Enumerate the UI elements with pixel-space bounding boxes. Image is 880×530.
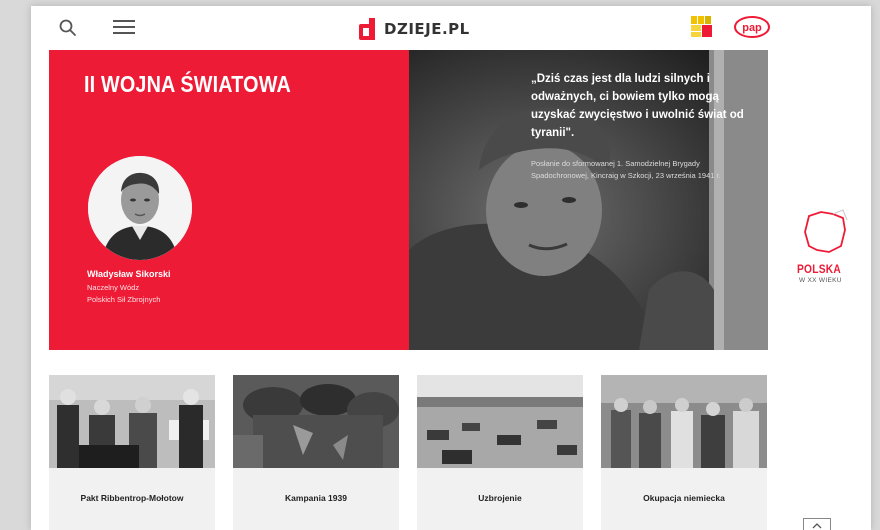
card-label: Kampania 1939 <box>285 493 347 503</box>
person-role: Naczelny Wódz <box>87 283 140 292</box>
card-label: Pakt Ribbentrop-Mołotow <box>80 493 184 503</box>
card-kampania[interactable]: Kampania 1939 <box>233 375 399 530</box>
person-role-line2: Polskich Sił Zbrojnych <box>87 295 161 304</box>
hero-red-panel[interactable]: II WOJNA ŚWIATOWA Władysław Sikorski Nac… <box>49 50 409 350</box>
card-okupacja[interactable]: Okupacja niemiecka <box>601 375 767 530</box>
page-frame: DZIEJE.PL pap II WOJNA ŚWIATOWA Władysła… <box>31 6 871 530</box>
chevron-up-icon <box>812 523 822 529</box>
poland-map-icon <box>804 209 848 253</box>
card-image <box>49 375 215 468</box>
hamburger-menu-icon[interactable] <box>113 20 135 36</box>
hero-quote: „Dziś czas jest dla ludzi silnych i odwa… <box>531 73 744 139</box>
partner-logo-icon[interactable] <box>689 14 715 40</box>
site-logo[interactable]: DZIEJE.PL <box>359 16 470 42</box>
card-image <box>601 375 767 468</box>
polska-title: POLSKA <box>797 262 842 276</box>
person-name: Władysław Sikorski <box>87 269 171 279</box>
page-title: II WOJNA ŚWIATOWA <box>84 71 291 97</box>
card-uzbrojenie[interactable]: Uzbrojenie <box>417 375 583 530</box>
card-label: Uzbrojenie <box>478 493 522 503</box>
card-image <box>233 375 399 468</box>
portrait-photo <box>88 156 192 260</box>
search-icon[interactable] <box>58 18 78 38</box>
hero-photo-panel[interactable]: „Dziś czas jest dla ludzi silnych i odwa… <box>409 50 768 350</box>
card-image <box>417 375 583 468</box>
card-pakt[interactable]: Pakt Ribbentrop-Mołotow <box>49 375 215 530</box>
pap-logo-icon[interactable]: pap <box>734 16 770 38</box>
logo-text: DZIEJE.PL <box>384 20 470 38</box>
pap-logo-text: pap <box>742 22 762 34</box>
logo-mark-icon <box>359 18 375 40</box>
quote-source: Posłanie do sformowanej 1. Samodzielnej … <box>531 159 721 180</box>
polska-widget[interactable]: POLSKA W XX WIEKU <box>791 206 861 296</box>
polska-subtitle: W XX WIEKU <box>799 277 842 284</box>
scroll-top-button[interactable] <box>803 518 831 530</box>
top-bar: DZIEJE.PL pap <box>31 6 871 50</box>
card-label: Okupacja niemiecka <box>643 493 725 503</box>
